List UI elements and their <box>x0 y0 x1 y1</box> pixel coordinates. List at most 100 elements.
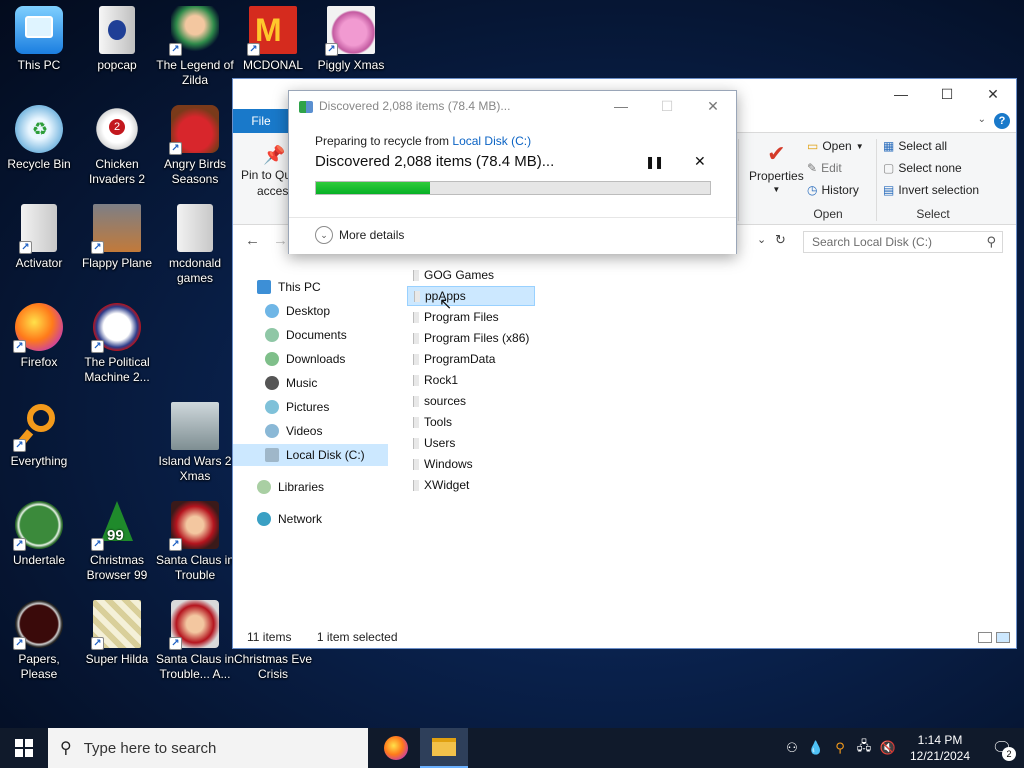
list-item[interactable]: Program Files <box>407 307 535 327</box>
list-item[interactable]: Program Files (x86) <box>407 328 535 348</box>
notifications-button[interactable]: 🗨 2 <box>980 728 1024 768</box>
folder-icon: ↗ <box>19 204 57 254</box>
forward-arrow-icon[interactable]: → <box>273 232 288 249</box>
desktop-icon-chicken-invaders[interactable]: 2 Chicken Invaders 2 <box>78 99 156 191</box>
dialog-minimize-button[interactable]: — <box>601 95 641 117</box>
nav-item-music[interactable]: Music <box>265 372 317 394</box>
more-details-button[interactable]: ⌄ More details <box>315 226 404 244</box>
nav-item-network[interactable]: Network <box>257 508 322 530</box>
nav-item-videos[interactable]: Videos <box>265 420 322 442</box>
dialog-title: Discovered 2,088 items (78.4 MB)... <box>319 99 511 113</box>
chevron-down-icon: ▼ <box>855 141 864 151</box>
folder-icon <box>414 290 420 302</box>
select-all-button[interactable]: ▦ Select all <box>883 139 947 153</box>
prepare-status: Preparing to recycle from Local Disk (C:… <box>315 134 532 148</box>
desktop-icon-super-hilda[interactable]: ↗ Super Hilda <box>78 594 156 686</box>
close-button[interactable]: ✕ <box>970 79 1016 109</box>
list-item[interactable]: XWidget <box>407 475 535 495</box>
folder-icon <box>413 458 419 470</box>
desktop-icon-undertale[interactable]: ↗ Undertale <box>0 495 78 587</box>
desktop-icon-island-wars[interactable]: Island Wars 2 Xmas <box>156 396 234 488</box>
maximize-button[interactable]: ☐ <box>924 79 970 109</box>
back-arrow-icon[interactable]: ← <box>245 232 260 249</box>
help-icon[interactable]: ? <box>994 113 1010 129</box>
status-bar: 11 items 1 item selected <box>247 630 398 644</box>
clock-date: 12/21/2024 <box>909 749 971 763</box>
pin-to-quick-access-button[interactable]: 📌 Pin to Qu access <box>241 145 294 198</box>
open-button[interactable]: ▭ Open ▼ <box>807 139 864 153</box>
selection-count: 1 item selected <box>316 630 398 644</box>
desktop-icon-legend-of-zilda[interactable]: ↗ The Legend of Zilda <box>156 0 234 92</box>
desktop-icon-activator[interactable]: ↗ Activator <box>0 198 78 290</box>
taskbar-search-input[interactable]: ⚲ Type here to search <box>48 728 368 768</box>
refresh-icon[interactable]: ↻ <box>775 232 786 248</box>
edit-button[interactable]: ✎ Edit <box>807 161 842 175</box>
christmas-tree-icon: 99 ↗ <box>91 501 141 551</box>
nav-item-libraries[interactable]: Libraries <box>257 476 324 498</box>
properties-icon: ✔ <box>767 141 786 166</box>
nav-item-documents[interactable]: Documents <box>265 324 347 346</box>
invert-selection-button[interactable]: ▤ Invert selection <box>883 183 979 197</box>
list-item[interactable]: Rock1 <box>407 370 535 390</box>
drop-icon[interactable]: 💧 <box>804 728 828 768</box>
details-view-icon[interactable] <box>978 632 992 643</box>
large-icons-view-icon[interactable] <box>996 632 1010 643</box>
history-button[interactable]: ◷ History <box>807 183 859 197</box>
pause-button[interactable]: ❚❚ <box>645 155 664 169</box>
select-none-button[interactable]: ▢ Select none <box>883 161 962 175</box>
search-icon: ⚲ <box>986 234 996 249</box>
search-input[interactable]: Search Local Disk (C:) ⚲ <box>803 231 1003 253</box>
clock[interactable]: 1:14 PM 12/21/2024 <box>900 732 980 764</box>
volume-muted-icon[interactable]: 🔇 <box>876 728 900 768</box>
taskbar-firefox[interactable] <box>372 728 420 768</box>
nav-item-downloads[interactable]: Downloads <box>265 348 345 370</box>
network-icon[interactable]: 🖧 <box>852 728 876 768</box>
everything-tray-icon[interactable]: ⚲ <box>828 728 852 768</box>
people-icon[interactable]: ⚇ <box>780 728 804 768</box>
list-item[interactable]: ppApps <box>407 286 535 306</box>
list-item[interactable]: Tools <box>407 412 535 432</box>
dialog-close-button[interactable]: ✕ <box>693 95 733 117</box>
chicken-icon: 2 <box>93 105 141 153</box>
nav-item-local-disk[interactable]: Local Disk (C:) <box>233 444 388 466</box>
taskbar-file-explorer[interactable] <box>420 728 468 768</box>
minimize-button[interactable]: — <box>878 79 924 109</box>
folder-icon <box>413 332 419 344</box>
nav-item-this-pc[interactable]: This PC <box>257 276 321 298</box>
desktop-icon-firefox[interactable]: ↗ Firefox <box>0 297 78 389</box>
list-item[interactable]: Windows <box>407 454 535 474</box>
list-item[interactable]: ProgramData <box>407 349 535 369</box>
shortcut-arrow-icon: ↗ <box>91 637 104 650</box>
folder-icon <box>413 269 419 281</box>
folder-icon <box>413 395 419 407</box>
clock-time: 1:14 PM <box>917 733 963 747</box>
desktop-icon-political-machine[interactable]: ↗ The Political Machine 2... <box>78 297 156 389</box>
dialog-maximize-button: ☐ <box>660 97 674 114</box>
desktop-icon-this-pc[interactable]: This PC <box>0 0 78 92</box>
list-item[interactable]: Users <box>407 433 535 453</box>
address-dropdown-icon[interactable]: ⌄ <box>757 233 766 246</box>
desktop-icon-santa-claus-trouble-a[interactable]: ↗ Santa Claus in Trouble... A... <box>156 594 234 686</box>
desktop-icon-papers-please[interactable]: ↗ Papers, Please <box>0 594 78 686</box>
source-link[interactable]: Local Disk (C:) <box>452 134 531 148</box>
list-item[interactable]: GOG Games <box>407 265 535 285</box>
folder-icon <box>413 374 419 386</box>
tab-file[interactable]: File <box>233 109 289 133</box>
desktop-icon-angry-birds[interactable]: ↗ Angry Birds Seasons <box>156 99 234 191</box>
desktop-icon-christmas-browser[interactable]: 99 ↗ Christmas Browser 99 <box>78 495 156 587</box>
desktop-icon-flappy-plane[interactable]: ↗ Flappy Plane <box>78 198 156 290</box>
desktop-icon-popcap[interactable]: popcap <box>78 0 156 92</box>
pictures-icon <box>265 400 279 414</box>
chevron-down-icon[interactable]: ⌄ <box>978 114 986 125</box>
desktop-icon-recycle-bin[interactable]: ♻ Recycle Bin <box>0 99 78 191</box>
nav-item-desktop[interactable]: Desktop <box>265 300 330 322</box>
desktop-icon-mcdonald-games[interactable]: mcdonald games <box>156 198 234 290</box>
desktop-icon-santa-claus-trouble[interactable]: ↗ Santa Claus in Trouble <box>156 495 234 587</box>
nav-item-pictures[interactable]: Pictures <box>265 396 329 418</box>
start-button[interactable] <box>0 728 48 768</box>
desktop-icon-everything[interactable]: ↗ Everything <box>0 396 78 488</box>
cancel-button[interactable]: ✕ <box>694 153 706 170</box>
videos-icon <box>265 424 279 438</box>
properties-button[interactable]: ✔ Properties ▼ <box>749 141 804 194</box>
list-item[interactable]: sources <box>407 391 535 411</box>
